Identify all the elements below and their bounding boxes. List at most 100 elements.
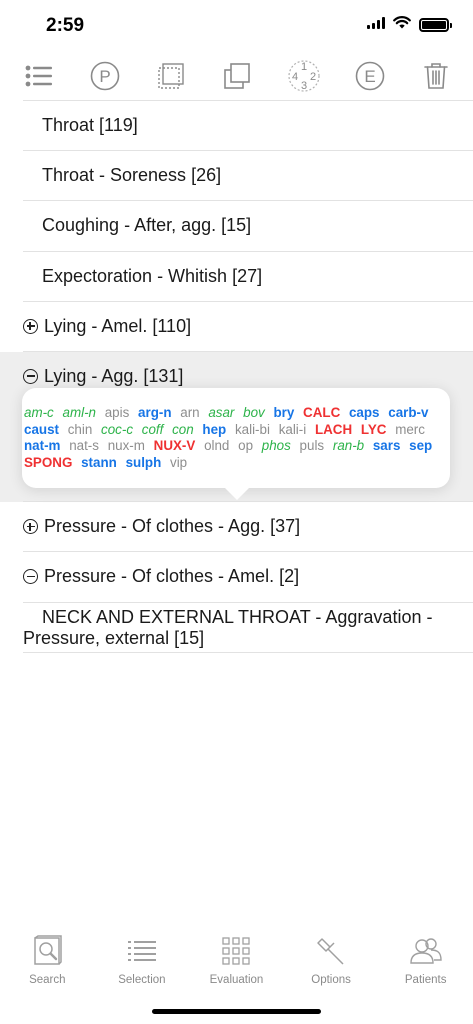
rubric-row[interactable]: Coughing - After, agg. [15]	[23, 200, 473, 250]
selection-list-icon	[127, 935, 156, 967]
wifi-icon	[393, 16, 411, 34]
remedy-abbrev[interactable]: vip	[170, 455, 187, 470]
remedy-abbrev[interactable]: puls	[300, 438, 325, 453]
remedy-abbrev[interactable]: SPONG	[24, 455, 72, 470]
svg-text:2: 2	[310, 71, 316, 83]
remedy-abbrev[interactable]: ran-b	[333, 438, 364, 453]
tab-label: Options	[311, 974, 351, 986]
remedy-abbrev[interactable]: kali-bi	[235, 422, 270, 437]
rubric-list: Throat [119] Throat - Soreness [26] Coug…	[0, 100, 473, 653]
svg-text:3: 3	[301, 80, 307, 92]
remedy-abbrev[interactable]: CALC	[303, 405, 340, 420]
collapse-minus-icon[interactable]	[23, 569, 38, 585]
remedy-abbrev[interactable]: op	[238, 438, 253, 453]
remedy-abbrev[interactable]: caps	[349, 405, 380, 420]
rubric-label: Expectoration - Whitish [27]	[42, 265, 263, 286]
rubric-label: Throat - Soreness [26]	[42, 165, 222, 186]
e-button[interactable]: E	[353, 59, 387, 93]
dotted-square-icon	[157, 62, 185, 90]
tab-label: Selection	[118, 974, 166, 986]
p-circle-icon: P	[90, 61, 120, 91]
rubric-row[interactable]: Lying - Amel. [110]	[23, 300, 473, 351]
search-book-icon	[32, 935, 63, 967]
rubric-label: Coughing - After, agg. [15]	[42, 215, 252, 236]
remedy-abbrev[interactable]: phos	[262, 438, 291, 453]
home-indicator	[152, 1009, 321, 1014]
remedy-abbrev[interactable]: sars	[373, 438, 401, 453]
status-time: 2:59	[46, 15, 85, 36]
grade-numbers-icon: 1 4 2 3	[287, 59, 321, 93]
grid-icon	[222, 935, 251, 967]
list-icon	[25, 65, 53, 87]
signal-icon	[367, 16, 385, 34]
remedy-abbrev[interactable]: LACH	[315, 422, 352, 437]
svg-text:4: 4	[292, 71, 298, 83]
rubric-row[interactable]: Pressure - Of clothes - Agg. [37]	[23, 501, 473, 551]
dotted-square-button[interactable]	[154, 59, 188, 93]
svg-text:1: 1	[301, 61, 307, 73]
collapse-minus-icon[interactable]	[23, 369, 38, 385]
tab-search[interactable]: Search	[0, 928, 95, 1024]
remedy-list: am-c aml-n apis arg-n arn asar bov bry C…	[24, 405, 448, 471]
status-bar: 2:59	[0, 0, 473, 52]
rubric-label: Lying - Agg. [131]	[44, 366, 184, 387]
rubric-row[interactable]: NECK AND EXTERNAL THROAT - Aggravation -…	[23, 601, 473, 652]
rubric-row[interactable]: Throat [119]	[23, 100, 473, 150]
remedy-abbrev[interactable]: coff	[142, 422, 164, 437]
remedy-popover: am-c aml-n apis arg-n arn asar bov bry C…	[22, 388, 450, 500]
battery-icon	[419, 18, 452, 32]
tab-patients[interactable]: Patients	[378, 928, 473, 1024]
remedy-abbrev[interactable]: arn	[180, 405, 199, 420]
remedy-abbrev[interactable]: bov	[243, 405, 265, 420]
tab-label: Patients	[404, 974, 447, 986]
tab-label: Search	[29, 974, 66, 986]
remedy-abbrev[interactable]: arg-n	[138, 405, 171, 420]
remedy-abbrev[interactable]: LYC	[361, 422, 387, 437]
svg-text:P: P	[99, 67, 110, 86]
remedy-abbrev[interactable]: con	[172, 422, 194, 437]
remedy-abbrev[interactable]: stann	[81, 455, 117, 470]
remedy-abbrev[interactable]: am-c	[24, 405, 54, 420]
remedy-abbrev[interactable]: aml-n	[63, 405, 96, 420]
remedy-abbrev[interactable]: hep	[202, 422, 226, 437]
tab-label: Evaluation	[209, 974, 264, 986]
remedy-abbrev[interactable]: chin	[68, 422, 93, 437]
rubric-row[interactable]: Expectoration - Whitish [27]	[23, 250, 473, 301]
overlap-squares-button[interactable]	[220, 59, 254, 93]
rubric-label: Throat [119]	[42, 115, 138, 136]
rubric-label: Pressure - Of clothes - Agg. [37]	[44, 516, 301, 537]
remedy-abbrev[interactable]: asar	[208, 405, 234, 420]
status-icons	[367, 16, 452, 34]
remedy-abbrev[interactable]: merc	[395, 422, 425, 437]
overlap-squares-icon	[223, 62, 251, 90]
remedy-abbrev[interactable]: coc-c	[101, 422, 133, 437]
rubric-label: Pressure - Of clothes - Amel. [2]	[44, 566, 300, 587]
e-circle-icon: E	[355, 61, 385, 91]
people-icon	[409, 935, 443, 967]
rubric-row[interactable]: Throat - Soreness [26]	[23, 150, 473, 200]
rubric-label: Lying - Amel. [110]	[44, 315, 192, 336]
remedy-abbrev[interactable]: kali-i	[279, 422, 307, 437]
remedy-abbrev[interactable]: olnd	[204, 438, 229, 453]
expand-plus-icon[interactable]	[23, 519, 38, 535]
list-end-divider	[23, 651, 473, 653]
remedy-abbrev[interactable]: NUX-V	[154, 438, 196, 453]
grade-numbers-button[interactable]: 1 4 2 3	[287, 59, 321, 93]
remedy-abbrev[interactable]: nux-m	[108, 438, 145, 453]
p-button[interactable]: P	[88, 59, 122, 93]
list-button[interactable]	[22, 59, 56, 93]
remedy-abbrev[interactable]: sulph	[126, 455, 162, 470]
remedy-abbrev[interactable]: carb-v	[388, 405, 428, 420]
remedy-abbrev[interactable]: nat-m	[24, 438, 60, 453]
rubric-row[interactable]: Lying - Agg. [131]	[23, 350, 473, 401]
toolbar: P 1 4 2 3 E	[0, 52, 473, 100]
remedy-abbrev[interactable]: nat-s	[69, 438, 99, 453]
rubric-row[interactable]: Pressure - Of clothes - Amel. [2]	[23, 551, 473, 601]
remedy-abbrev[interactable]: caust	[24, 422, 59, 437]
expand-plus-icon[interactable]	[23, 318, 38, 334]
remedy-abbrev[interactable]: sep	[409, 438, 432, 453]
rubric-label: NECK AND EXTERNAL THROAT - Aggravation -…	[23, 606, 433, 648]
delete-button[interactable]	[419, 59, 453, 93]
remedy-abbrev[interactable]: apis	[105, 405, 130, 420]
remedy-abbrev[interactable]: bry	[273, 405, 294, 420]
